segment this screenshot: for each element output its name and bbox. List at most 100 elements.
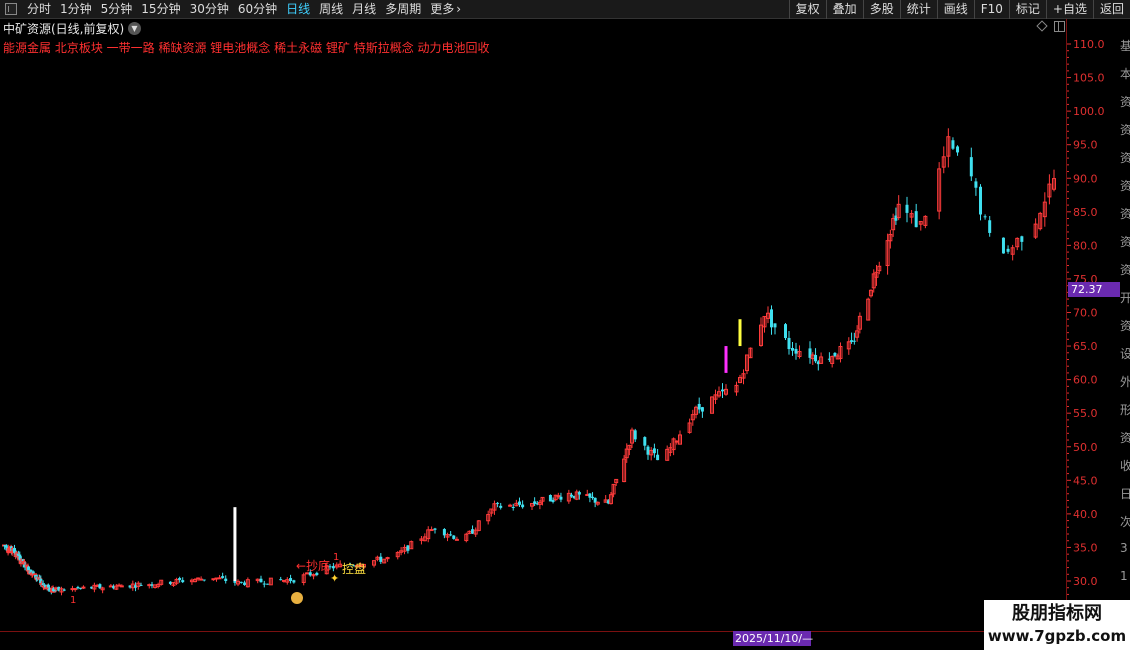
candle-body-down: [266, 583, 270, 585]
right-panel-char: 日: [1120, 487, 1130, 501]
right-panel-char: 设: [1120, 347, 1130, 361]
candle-body-down: [969, 157, 973, 177]
price-label: 40.0: [1073, 508, 1098, 521]
candle-body-down: [76, 586, 80, 589]
candle-body-down: [31, 571, 35, 574]
candlestick-chart[interactable]: 110.0105.0100.095.090.085.080.075.070.06…: [0, 0, 1130, 650]
candle-body-down: [652, 448, 656, 454]
candle-body-down: [569, 494, 573, 497]
right-panel-char: 资: [1120, 123, 1130, 137]
candle-body-down: [794, 348, 798, 354]
candle-body-up: [214, 577, 219, 580]
candle-body-down: [262, 583, 266, 585]
candle-body-down: [331, 566, 335, 569]
candle-body-down: [62, 589, 66, 591]
money-bag-icon: [291, 592, 303, 604]
candle-body-down: [852, 340, 856, 342]
candle-body-down: [773, 323, 777, 328]
price-label: 90.0: [1073, 172, 1098, 185]
price-label: 45.0: [1073, 474, 1098, 487]
candle-body-down: [1020, 236, 1024, 242]
candle-body-down: [951, 140, 955, 149]
price-label: 100.0: [1073, 105, 1105, 118]
candle-body-up: [305, 572, 309, 575]
candle-body-down: [433, 528, 437, 530]
candle-body-up: [429, 529, 434, 532]
candle-body-down: [588, 493, 592, 498]
candle-body-down: [279, 579, 283, 581]
price-label: 50.0: [1073, 441, 1098, 454]
price-label: 110.0: [1073, 38, 1105, 51]
candle-body-down: [521, 504, 525, 508]
candle-body-down: [406, 545, 410, 551]
date-axis-bar: [0, 631, 1130, 650]
candle-body-up: [585, 494, 590, 497]
signal-marker-bar: [233, 507, 237, 581]
concept-tags: 能源金属 北京板块 一带一路 稀缺资源 锂电池概念 稀土永磁 锂矿 特斯拉概念 …: [3, 41, 490, 55]
right-panel-char: 资: [1120, 319, 1130, 333]
candle-body-down: [974, 181, 978, 188]
candle-body-down: [770, 309, 773, 328]
right-panel-char: 资: [1120, 235, 1130, 249]
candle-body-down: [633, 430, 637, 440]
candle-body-down: [471, 529, 475, 534]
candle-body-down: [577, 492, 581, 495]
candle-body-down: [721, 389, 724, 392]
candle-body-up: [211, 578, 216, 581]
current-price-badge: 72.37: [1068, 282, 1120, 297]
candle-body-down: [168, 581, 172, 584]
candle-body-down: [905, 204, 909, 213]
price-label: 105.0: [1073, 72, 1105, 85]
candle-body-up: [282, 579, 286, 582]
crosshair-date-badge: 2025/11/10/—: [733, 631, 814, 646]
candle-body-down: [379, 556, 383, 562]
candle-body-down: [221, 576, 225, 578]
candle-body-down: [643, 437, 647, 446]
candle-body-down: [914, 211, 918, 228]
candle-body-down: [239, 581, 243, 583]
candle-body-up: [454, 538, 459, 541]
candle-body-down: [988, 220, 992, 233]
signal-marker-bar: [724, 346, 728, 373]
candle-body-down: [850, 340, 854, 342]
right-panel-char: 3: [1120, 541, 1128, 555]
price-label: 95.0: [1073, 139, 1098, 152]
watermark-title: 股朋指标网: [1012, 603, 1102, 624]
right-panel-char: 开: [1120, 291, 1130, 305]
chevron-down-icon[interactable]: ▼: [128, 22, 141, 35]
candle-body-up: [147, 584, 152, 587]
price-label: 70.0: [1073, 307, 1098, 320]
candle-body-down: [315, 572, 319, 575]
price-label: 30.0: [1073, 575, 1098, 588]
candle-body-down: [259, 578, 263, 583]
watermark: 股朋指标网 www.7gpzb.com: [984, 600, 1130, 650]
right-info-panel[interactable]: 基本资资资资资资资开资设外形资收日次31: [1120, 19, 1130, 599]
panel-toggle-icon[interactable]: [1054, 21, 1065, 32]
candle-body-up: [119, 585, 124, 588]
right-panel-char: 次: [1120, 515, 1130, 529]
right-panel-char: 资: [1120, 95, 1130, 109]
candle-body-up: [81, 586, 86, 589]
candle-body-down: [292, 580, 296, 583]
right-panel-char: 资: [1120, 431, 1130, 445]
candle-body-down: [787, 337, 791, 350]
candle-body-down: [517, 501, 521, 505]
control-label: 控盘: [342, 561, 366, 576]
candle-body-down: [814, 354, 818, 362]
candle-body-down: [178, 578, 182, 580]
candle-body-down: [289, 578, 293, 582]
right-panel-char: 基: [1120, 39, 1130, 53]
candle-body-down: [496, 502, 500, 504]
candle-body-down: [202, 579, 206, 581]
signal-label: 1: [70, 595, 76, 606]
candle-body-down: [449, 534, 453, 536]
candle-body-down: [548, 495, 552, 502]
right-panel-char: 资: [1120, 207, 1130, 221]
candle-body-down: [139, 584, 143, 586]
candle-body-up: [73, 588, 78, 591]
right-panel-char: 资: [1120, 263, 1130, 277]
candle-body-up: [196, 577, 201, 580]
right-panel-char: 1: [1120, 569, 1128, 583]
candle-body-down: [956, 146, 960, 153]
price-label: 35.0: [1073, 541, 1098, 554]
